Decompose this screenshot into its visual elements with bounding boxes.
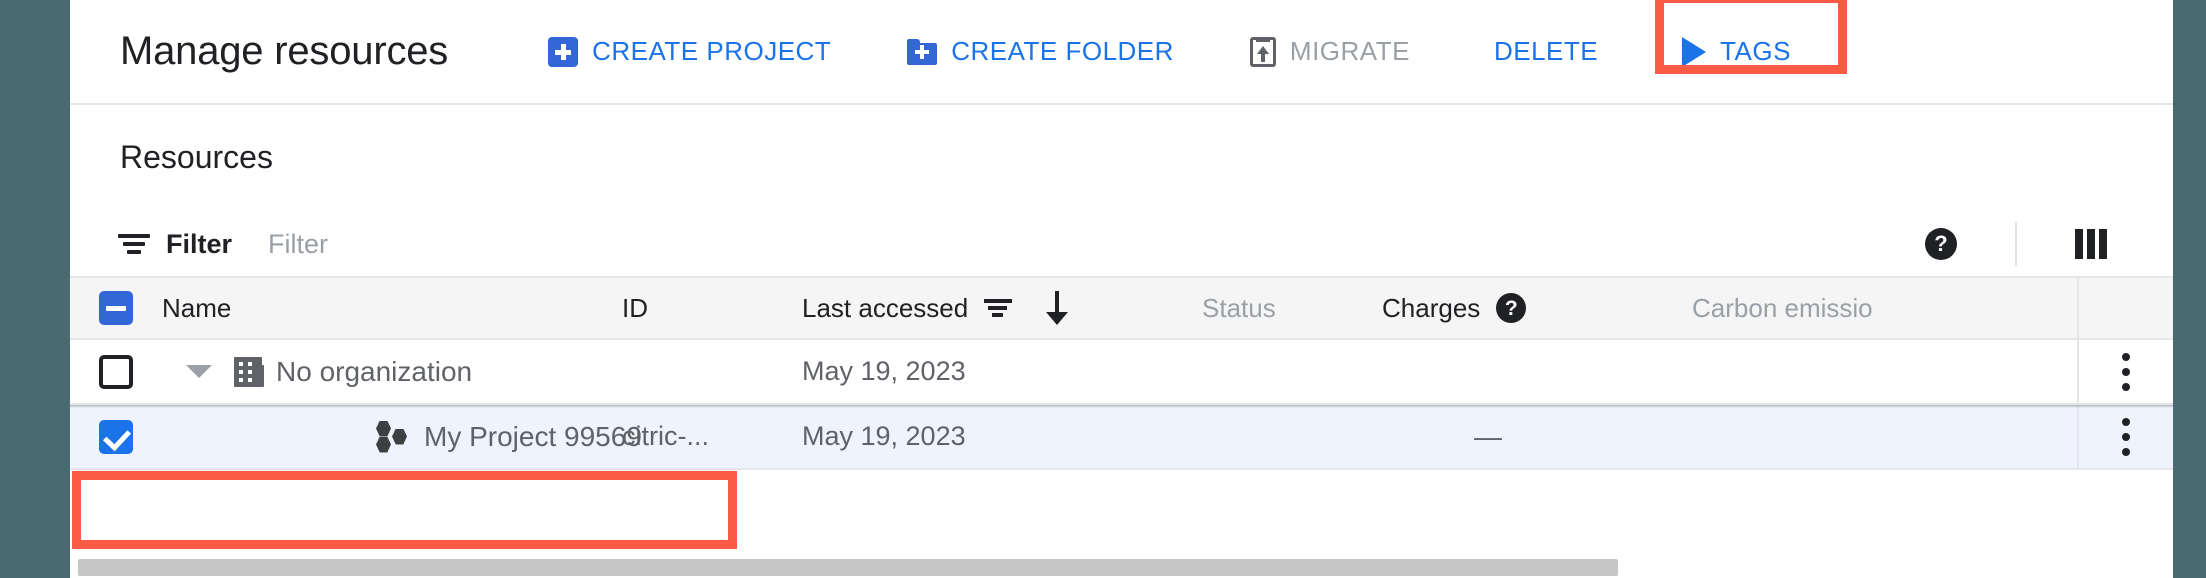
column-header-charges[interactable]: Charges ?	[1382, 293, 1692, 324]
delete-label: DELETE	[1493, 36, 1599, 66]
row-last-accessed-label: May 19, 2023	[802, 356, 966, 386]
section-title: Resources	[120, 139, 273, 175]
filter-bar: Filter Filter ?	[70, 212, 2173, 276]
help-icon[interactable]: ?	[1925, 228, 1957, 260]
row-name-cell: No organization	[162, 356, 622, 388]
tags-icon	[1682, 36, 1707, 67]
row-last-accessed-cell: May 19, 2023	[802, 356, 1202, 387]
create-project-button[interactable]: CREATE PROJECT	[530, 26, 849, 77]
create-project-icon	[548, 36, 579, 67]
row-checkbox[interactable]	[99, 419, 133, 454]
row-name-cell: My Project 99569	[162, 420, 642, 453]
create-folder-icon	[907, 38, 938, 65]
header-menu-cell	[2077, 278, 2173, 338]
browser-chrome-right	[2173, 0, 2206, 578]
create-project-label: CREATE PROJECT	[592, 36, 832, 66]
toolbar-actions: CREATE PROJECT CREATE FOLDER MIGRATE DEL…	[530, 0, 1809, 103]
screen-root: Manage resources CREATE PROJECT CREATE F…	[0, 0, 2206, 578]
row-id-label: citric-...	[622, 421, 709, 451]
column-header-status-label: Status	[1202, 292, 1276, 323]
migrate-button[interactable]: MIGRATE	[1232, 26, 1428, 77]
row-id-cell: citric-...	[622, 421, 802, 452]
table-row[interactable]: My Project 99569 citric-... May 19, 2023…	[70, 403, 2173, 468]
sort-descending-icon[interactable]	[1042, 291, 1072, 325]
horizontal-scrollbar-thumb[interactable]	[78, 559, 1618, 576]
select-all-checkbox[interactable]	[99, 291, 133, 325]
row-name-label: No organization	[276, 355, 473, 387]
charges-help-icon[interactable]: ?	[1496, 293, 1527, 323]
row-name-label: My Project 99569	[424, 420, 642, 452]
column-header-last-accessed-label: Last accessed	[802, 292, 969, 323]
filter-icon[interactable]	[118, 233, 150, 255]
page-toolbar: Manage resources CREATE PROJECT CREATE F…	[70, 0, 2173, 105]
migrate-label: MIGRATE	[1289, 36, 1410, 66]
kebab-menu-icon[interactable]	[2122, 352, 2130, 391]
kebab-menu-icon[interactable]	[2122, 417, 2130, 456]
row-drop-shadow	[70, 405, 2173, 408]
browser-chrome-left	[0, 0, 70, 578]
table-bottom-edge	[70, 468, 2173, 476]
tags-button[interactable]: TAGS	[1664, 26, 1809, 77]
row-last-accessed-label: May 19, 2023	[802, 421, 966, 451]
column-header-carbon-emissions[interactable]: Carbon emissio	[1692, 293, 2077, 324]
row-charges-cell: —	[1382, 421, 1692, 453]
filter-input[interactable]: Filter	[268, 229, 328, 260]
migrate-icon	[1249, 36, 1276, 67]
filter-label: Filter	[166, 228, 233, 259]
column-header-charges-label: Charges	[1382, 292, 1481, 323]
page-title: Manage resources	[120, 29, 449, 73]
select-all-cell	[70, 291, 162, 325]
toolbar-divider	[2015, 222, 2017, 266]
tags-label: TAGS	[1720, 36, 1791, 66]
column-header-id-label: ID	[622, 292, 648, 323]
row-checkbox-cell	[70, 354, 162, 389]
project-icon	[376, 420, 410, 453]
resources-table: Name ID Last accessed Status Charges ? C…	[70, 276, 2173, 476]
column-header-name[interactable]: Name	[162, 293, 622, 324]
column-display-icon[interactable]	[2075, 229, 2107, 259]
row-charges-label: —	[1474, 420, 1502, 452]
expander-caret-icon[interactable]	[186, 365, 212, 378]
delete-button[interactable]: DELETE	[1468, 26, 1624, 77]
filter-bar-right-tools: ?	[1925, 212, 2173, 276]
create-folder-button[interactable]: CREATE FOLDER	[889, 26, 1192, 77]
table-header-row: Name ID Last accessed Status Charges ? C…	[70, 276, 2173, 338]
row-menu-cell	[2077, 405, 2173, 468]
horizontal-scrollbar[interactable]	[70, 556, 2173, 578]
row-checkbox-cell	[70, 419, 162, 454]
column-header-carbon-emissions-label: Carbon emissio	[1692, 292, 1873, 323]
manage-resources-page: Manage resources CREATE PROJECT CREATE F…	[70, 0, 2173, 578]
row-last-accessed-cell: May 19, 2023	[802, 421, 1202, 452]
column-header-status[interactable]: Status	[1202, 293, 1382, 324]
column-header-last-accessed[interactable]: Last accessed	[802, 291, 1202, 325]
organization-icon	[234, 356, 264, 387]
column-header-name-label: Name	[162, 292, 232, 323]
column-header-id[interactable]: ID	[622, 293, 802, 324]
row-menu-cell	[2077, 340, 2173, 403]
column-filter-icon[interactable]	[984, 298, 1013, 318]
create-folder-label: CREATE FOLDER	[951, 36, 1174, 66]
table-row[interactable]: No organization May 19, 2023	[70, 338, 2173, 403]
row-checkbox[interactable]	[99, 354, 133, 389]
